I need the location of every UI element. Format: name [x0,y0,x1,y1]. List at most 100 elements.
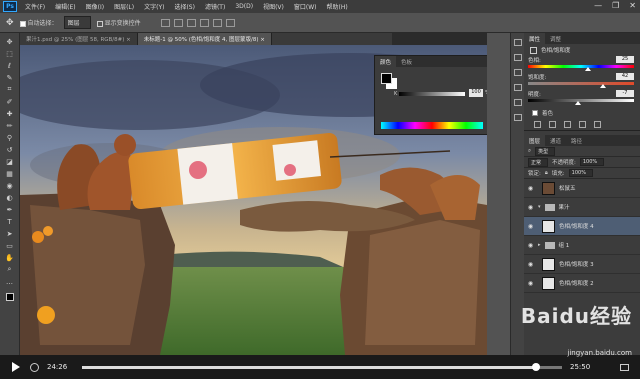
clip-to-layer-icon[interactable] [534,121,541,128]
layer-row[interactable]: ◉ ▾ 果汁 [524,198,640,217]
history-panel-icon[interactable] [513,39,522,46]
tab-layers[interactable]: 图层 [524,135,546,146]
tab-adjustments[interactable]: 调整 [545,33,566,44]
visibility-icon[interactable] [579,121,586,128]
actions-panel-icon[interactable] [513,54,522,61]
menu-window[interactable]: 窗口(W) [289,2,322,11]
move-tool-icon[interactable]: ✥ [6,18,14,28]
tab-untitled-1[interactable]: 未标题-1 @ 50% (色相/饱和度 4, 图层蒙版/8) × [137,33,272,45]
menu-file[interactable]: 文件(F) [20,2,50,11]
color-spectrum-bar[interactable] [381,122,483,129]
hue-slider[interactable] [528,65,634,68]
menu-image[interactable]: 图像(I) [81,2,109,11]
align-middle-icon[interactable] [173,18,183,27]
lightness-value-field[interactable]: -7 [616,90,634,97]
background-color-swatch[interactable] [10,298,19,306]
clone-stamp-tool-icon[interactable]: ⚲ [4,133,16,142]
align-center-icon[interactable] [212,18,222,27]
menu-edit[interactable]: 编辑(E) [50,2,80,11]
brush-panel-icon[interactable] [513,99,522,106]
saturation-slider-thumb[interactable] [600,84,607,88]
pen-tool-icon[interactable]: ✒ [4,205,16,214]
layer-row[interactable]: ◉ 色相/饱和度 4 [524,217,640,236]
progress-knob[interactable] [531,363,540,371]
colorize-checkbox[interactable]: 着色 [524,107,640,119]
hue-slider-thumb[interactable] [585,67,592,71]
eye-icon[interactable]: ◉ [527,223,534,230]
k-value-field[interactable]: 100 [469,89,483,97]
group-chevron-icon[interactable]: ▸ [538,242,541,248]
menu-type[interactable]: 文字(Y) [139,2,169,11]
blur-tool-icon[interactable]: ◉ [4,181,16,190]
zoom-tool-icon[interactable]: ⌕ [4,265,16,274]
path-select-tool-icon[interactable]: ➤ [4,229,16,238]
tab-paths[interactable]: 路径 [566,135,587,146]
auto-select-dropdown[interactable]: 图层 [63,16,91,29]
opacity-field[interactable]: 100% [579,158,605,166]
menu-help[interactable]: 帮助(H) [322,2,353,11]
tab-juice-psd[interactable]: 果汁1.psd @ 25% (图层 58, RGB/8#) × [20,33,138,45]
color-panel-foreground-swatch[interactable] [381,73,392,84]
tab-channels[interactable]: 通道 [545,135,566,146]
quick-select-tool-icon[interactable]: ✎ [4,73,16,82]
close-button[interactable]: ✕ [629,1,636,10]
lightness-slider[interactable] [528,99,634,102]
healing-brush-tool-icon[interactable]: ✚ [4,109,16,118]
tab-swatches[interactable]: 色板 [396,56,417,67]
eyedropper-tool-icon[interactable]: ✐ [4,97,16,106]
auto-select-checkbox[interactable]: 自动选择： [19,18,58,27]
show-transform-checkbox[interactable]: 显示变换控件 [96,18,141,27]
restore-button[interactable]: ❐ [612,1,619,10]
blend-mode-select[interactable]: 正常 [528,157,549,167]
saturation-value-field[interactable]: 42 [616,73,634,80]
reset-icon[interactable] [564,121,571,128]
layer-row[interactable]: ◉ ▸ 组 1 [524,236,640,255]
lock-icon[interactable]: 🔒︎ [545,170,548,177]
eraser-tool-icon[interactable]: ◪ [4,157,16,166]
k-slider[interactable] [399,92,465,96]
saturation-slider[interactable] [528,82,634,85]
menu-3d[interactable]: 3D(D) [230,3,258,10]
layer-row[interactable]: ◉ 色相/饱和度 3 [524,255,640,274]
layer-filter-select[interactable]: 类型 [535,146,556,156]
layer-row[interactable]: ◉ 色相/饱和度 2 [524,274,640,293]
eye-icon[interactable]: ◉ [527,204,534,211]
view-previous-icon[interactable] [549,121,556,128]
type-tool-icon[interactable]: T [4,217,16,226]
eye-icon[interactable]: ◉ [527,185,534,192]
foreground-color-swatch[interactable] [5,293,19,306]
menu-view[interactable]: 视图(V) [258,2,289,11]
layer-row[interactable]: ◉ 松鼠五 [524,179,640,198]
dodge-tool-icon[interactable]: ◐ [4,193,16,202]
eye-icon[interactable]: ◉ [527,261,534,268]
align-top-icon[interactable] [160,18,170,27]
info-panel-icon[interactable] [513,114,522,121]
more-tools-icon[interactable]: … [4,277,16,286]
group-chevron-icon[interactable]: ▾ [538,204,541,210]
menu-select[interactable]: 选择(S) [169,2,200,11]
gradient-tool-icon[interactable]: ▦ [4,169,16,178]
progress-track[interactable] [82,363,562,371]
hand-tool-icon[interactable]: ✋ [4,253,16,262]
shape-tool-icon[interactable]: ▭ [4,241,16,250]
replay-icon[interactable] [30,362,39,372]
eye-icon[interactable]: ◉ [527,242,534,249]
delete-adjustment-icon[interactable] [594,121,601,128]
paragraph-panel-icon[interactable] [513,84,522,91]
tab-color[interactable]: 颜色 [375,56,397,67]
history-brush-tool-icon[interactable]: ↺ [4,145,16,154]
align-left-icon[interactable] [199,18,209,27]
align-right-icon[interactable] [225,18,235,27]
minimize-button[interactable]: — [594,1,602,10]
lightness-slider-thumb[interactable] [574,101,581,105]
eye-icon[interactable]: ◉ [527,280,534,287]
fullscreen-icon[interactable] [620,363,629,371]
move-tool-icon[interactable]: ✥ [4,37,16,46]
tab-properties[interactable]: 属性 [524,33,546,44]
character-panel-icon[interactable] [513,69,522,76]
fill-field[interactable]: 100% [568,169,593,177]
menu-layer[interactable]: 图层(L) [109,2,139,11]
crop-tool-icon[interactable]: ⌗ [4,85,16,94]
menu-filter[interactable]: 滤镜(T) [200,2,230,11]
lasso-tool-icon[interactable]: ℓ [4,61,16,70]
